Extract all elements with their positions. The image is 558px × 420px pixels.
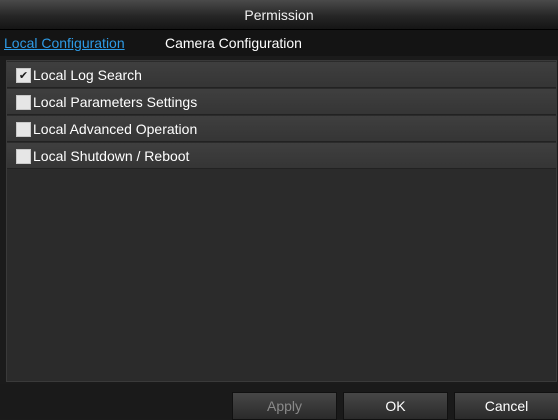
- tab-bar: Local Configuration Camera Configuration: [0, 30, 558, 56]
- permission-row-local-log-search[interactable]: ✔ Local Log Search: [7, 62, 556, 88]
- permission-list: ✔ Local Log Search Local Parameters Sett…: [6, 60, 557, 382]
- permission-label: Local Log Search: [33, 67, 142, 83]
- window-title: Permission: [244, 7, 314, 23]
- permission-row-local-advanced-operation[interactable]: Local Advanced Operation: [7, 116, 556, 142]
- permission-label: Local Parameters Settings: [33, 94, 198, 110]
- apply-button[interactable]: Apply: [232, 392, 337, 420]
- ok-button[interactable]: OK: [343, 392, 448, 420]
- cancel-button[interactable]: Cancel: [454, 392, 558, 420]
- title-bar: Permission: [0, 0, 558, 30]
- checkbox-local-advanced-operation[interactable]: [16, 122, 31, 137]
- tab-camera-configuration[interactable]: Camera Configuration: [165, 35, 302, 51]
- permission-row-local-parameters-settings[interactable]: Local Parameters Settings: [7, 89, 556, 115]
- permission-label: Local Advanced Operation: [33, 121, 198, 137]
- permission-row-local-shutdown-reboot[interactable]: Local Shutdown / Reboot: [7, 143, 556, 169]
- tab-local-configuration[interactable]: Local Configuration: [4, 35, 125, 51]
- checkbox-local-shutdown-reboot[interactable]: [16, 149, 31, 164]
- checkmark-icon: ✔: [18, 69, 29, 82]
- permission-label: Local Shutdown / Reboot: [33, 148, 190, 164]
- checkbox-local-log-search[interactable]: ✔: [16, 68, 31, 83]
- button-bar: Apply OK Cancel: [0, 384, 558, 420]
- checkbox-local-parameters-settings[interactable]: [16, 95, 31, 110]
